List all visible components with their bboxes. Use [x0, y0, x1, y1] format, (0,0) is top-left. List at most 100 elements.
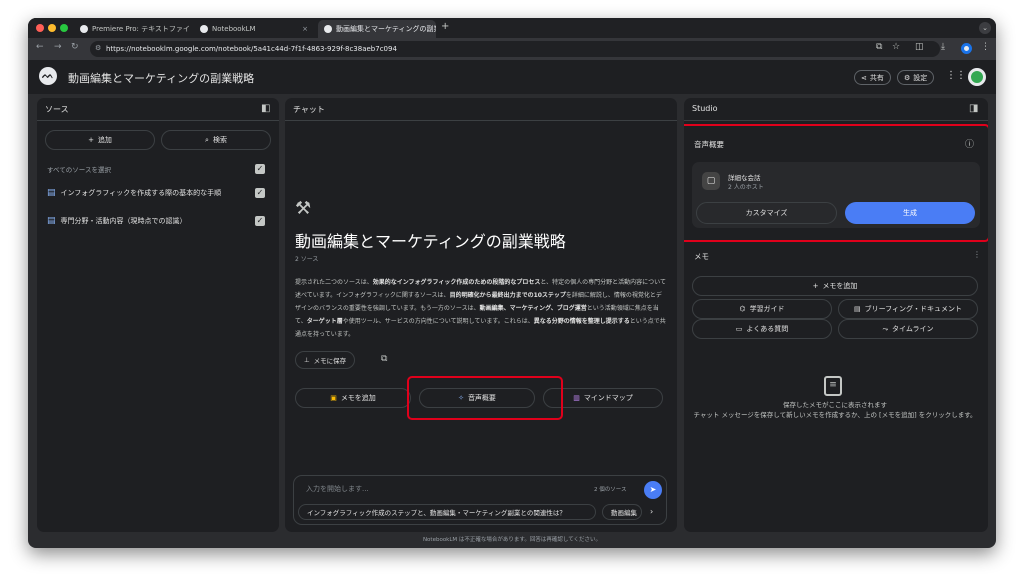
reload-icon[interactable]: ↻ — [71, 42, 79, 52]
highlight-box — [684, 124, 988, 242]
save-to-memo-label: メモに保存 — [313, 357, 347, 365]
url-bar[interactable]: ⚙ https://notebooklm.google.com/notebook… — [90, 41, 940, 57]
memo-empty-state: 保存したメモがここに表示されます チャット メッセージを保存して新しいメモを作成… — [692, 400, 978, 420]
add-memo-button[interactable]: ▣ メモを追加 — [295, 388, 411, 408]
add-memo-label: メモを追加 — [822, 282, 858, 290]
suggestion-text: インフォグラフィック作成のステップと、動画編集・マーケティング副業との関連性は？ — [307, 509, 566, 517]
add-source-button[interactable]: + 追加 — [45, 130, 155, 150]
new-tab-button[interactable]: + — [441, 21, 449, 32]
sources-title: ソース — [45, 105, 69, 114]
minimize-window-button[interactable] — [48, 24, 56, 32]
briefing-doc-button[interactable]: ▤ ブリーフィング・ドキュメント — [838, 299, 978, 319]
highlight-box — [407, 376, 563, 420]
studio-panel: Studio ◨ 音声概要 ⓘ ▢ 詳細な会話 2 人のホスト カスタマイズ 生… — [684, 98, 988, 532]
select-all-row[interactable]: すべてのソースを選択 ✓ — [47, 162, 275, 176]
tab-premiere[interactable]: Premiere Pro: テキストファイル × — [74, 20, 190, 38]
briefing-doc-label: ブリーフィング・ドキュメント — [864, 305, 963, 313]
settings-button[interactable]: ⚙ 設定 — [897, 70, 935, 85]
tab-notebook-active[interactable]: 動画編集とマーケティングの副業 × — [318, 20, 436, 38]
memo-empty-description: チャット メッセージを保存して新しいメモを作成するか、上の [メモを追加] をク… — [693, 411, 977, 419]
summary-highlight: 異なる分野の情報を整理し提示する — [533, 318, 630, 325]
install-app-icon[interactable]: ⧉ — [876, 42, 882, 52]
collapse-panel-icon[interactable]: ◨ — [969, 103, 978, 114]
suggestion-chip[interactable]: インフォグラフィック作成のステップと、動画編集・マーケティング副業との関連性は？ — [298, 504, 596, 520]
tab-title: Premiere Pro: テキストファイル — [92, 25, 190, 33]
document-icon: ▤ — [853, 305, 861, 313]
copy-icon[interactable]: ⧉ — [381, 354, 387, 364]
notebook-title[interactable]: 動画編集とマーケティングの副業戦略 — [68, 70, 254, 86]
faq-icon: ▭ — [735, 325, 743, 333]
plus-icon: + — [812, 282, 819, 290]
document-icon: ▤ — [47, 216, 56, 226]
avatar[interactable] — [968, 68, 986, 86]
chat-input-box[interactable]: 入力を開始します... 2 個のソース ➤ インフォグラフィック作成のステップと… — [293, 475, 667, 525]
faq-button[interactable]: ▭ よくある質問 — [692, 319, 832, 339]
summary-highlight: 効果的なインフォグラフィック作成のための段階的なプロセス — [372, 279, 541, 286]
forward-arrow-icon[interactable]: → — [54, 42, 62, 52]
note-icon: ≡ — [824, 376, 842, 396]
send-arrow-icon[interactable]: ➤ — [644, 481, 662, 499]
browser-menu-icon[interactable]: ⋮ — [981, 42, 990, 52]
summary-highlight: 目的明確化から最終出力までの10ステップ — [449, 292, 566, 299]
settings-label: 設定 — [913, 73, 928, 82]
divider — [37, 120, 279, 121]
source-checkbox[interactable]: ✓ — [255, 216, 265, 226]
memo-doc-icon: ▣ — [330, 394, 337, 402]
maximize-window-button[interactable] — [60, 24, 68, 32]
more-vertical-icon[interactable]: ⋮ — [973, 250, 981, 259]
notebooklm-logo-icon[interactable]: ᨓ — [39, 67, 57, 85]
collapse-panel-icon[interactable]: ◧ — [261, 103, 270, 114]
address-bar-row: ← → ↻ ⚙ https://notebooklm.google.com/no… — [28, 38, 996, 60]
tab-title: NotebookLM — [212, 25, 256, 33]
source-checkbox[interactable]: ✓ — [255, 188, 265, 198]
chat-input-placeholder[interactable]: 入力を開始します... — [306, 484, 369, 494]
plus-icon: + — [88, 136, 94, 144]
bookmark-star-icon[interactable]: ☆ — [892, 42, 900, 52]
notebook-heading: 動画編集とマーケティングの副業戦略 — [295, 232, 566, 251]
download-icon[interactable]: ⤓ — [941, 42, 945, 52]
divider — [285, 120, 677, 121]
add-memo-button[interactable]: + メモを追加 — [692, 276, 978, 296]
graduation-cap-icon: ⌬ — [739, 305, 746, 313]
source-item[interactable]: ▤ インフォグラフィックを作成する際の基本的な手順 ✓ — [47, 186, 275, 200]
study-guide-button[interactable]: ⌬ 学習ガイド — [692, 299, 832, 319]
timeline-button[interactable]: ⤳ タイムライン — [838, 319, 978, 339]
select-all-label: すべてのソースを選択 — [47, 166, 111, 174]
source-item[interactable]: ▤ 専門分野・活動内容（現時点での認識） ✓ — [47, 214, 275, 228]
tab-close-icon[interactable]: × — [302, 25, 308, 33]
tools-emoji-icon: ⚒ — [295, 198, 312, 219]
extensions-icon[interactable]: ◫ — [915, 42, 924, 52]
chat-title: チャット — [293, 105, 325, 114]
site-settings-icon[interactable]: ⚙ — [95, 44, 101, 52]
notebooklm-favicon-icon — [324, 25, 332, 33]
close-window-button[interactable] — [36, 24, 44, 32]
timeline-icon: ⤳ — [882, 324, 889, 333]
favicon-icon — [80, 25, 88, 33]
search-source-label: 検索 — [212, 136, 227, 144]
url-text: https://notebooklm.google.com/notebook/5… — [106, 45, 397, 53]
back-arrow-icon[interactable]: ← — [36, 42, 44, 52]
divider — [684, 120, 988, 121]
apps-grid-icon[interactable]: ⋮⋮ — [946, 70, 966, 81]
source-item-label: 専門分野・活動内容（現時点での認識） — [60, 217, 187, 225]
browser-profile-icon[interactable] — [961, 43, 972, 54]
tab-bar: Premiere Pro: テキストファイル × NotebookLM × 動画… — [28, 18, 996, 38]
share-button[interactable]: ⋖ 共有 — [854, 70, 891, 85]
source-count: 2 ソース — [295, 256, 319, 263]
input-source-count: 2 個のソース — [594, 487, 627, 493]
studio-title: Studio — [692, 104, 718, 113]
tab-notebooklm[interactable]: NotebookLM × — [194, 20, 314, 38]
chevron-right-icon[interactable]: › — [650, 507, 653, 516]
mind-map-icon: ▥ — [573, 394, 580, 402]
search-sparkle-icon: ⌕ — [205, 135, 209, 144]
mind-map-label: マインドマップ — [583, 394, 633, 402]
select-all-checkbox[interactable]: ✓ — [255, 164, 265, 174]
save-to-memo-button[interactable]: ⊥ メモに保存 — [295, 351, 356, 369]
suggestion-chip[interactable]: 動画編集 — [602, 504, 642, 520]
tab-search-chevron-icon[interactable]: ⌄ — [979, 22, 991, 34]
search-source-button[interactable]: ⌕ 検索 — [161, 130, 271, 150]
memo-empty-title: 保存したメモがここに表示されます — [783, 401, 887, 409]
share-label: 共有 — [869, 73, 884, 82]
tab-title: 動画編集とマーケティングの副業 — [336, 25, 436, 33]
summary-text: 提示された二つのソースは、 — [295, 279, 373, 286]
